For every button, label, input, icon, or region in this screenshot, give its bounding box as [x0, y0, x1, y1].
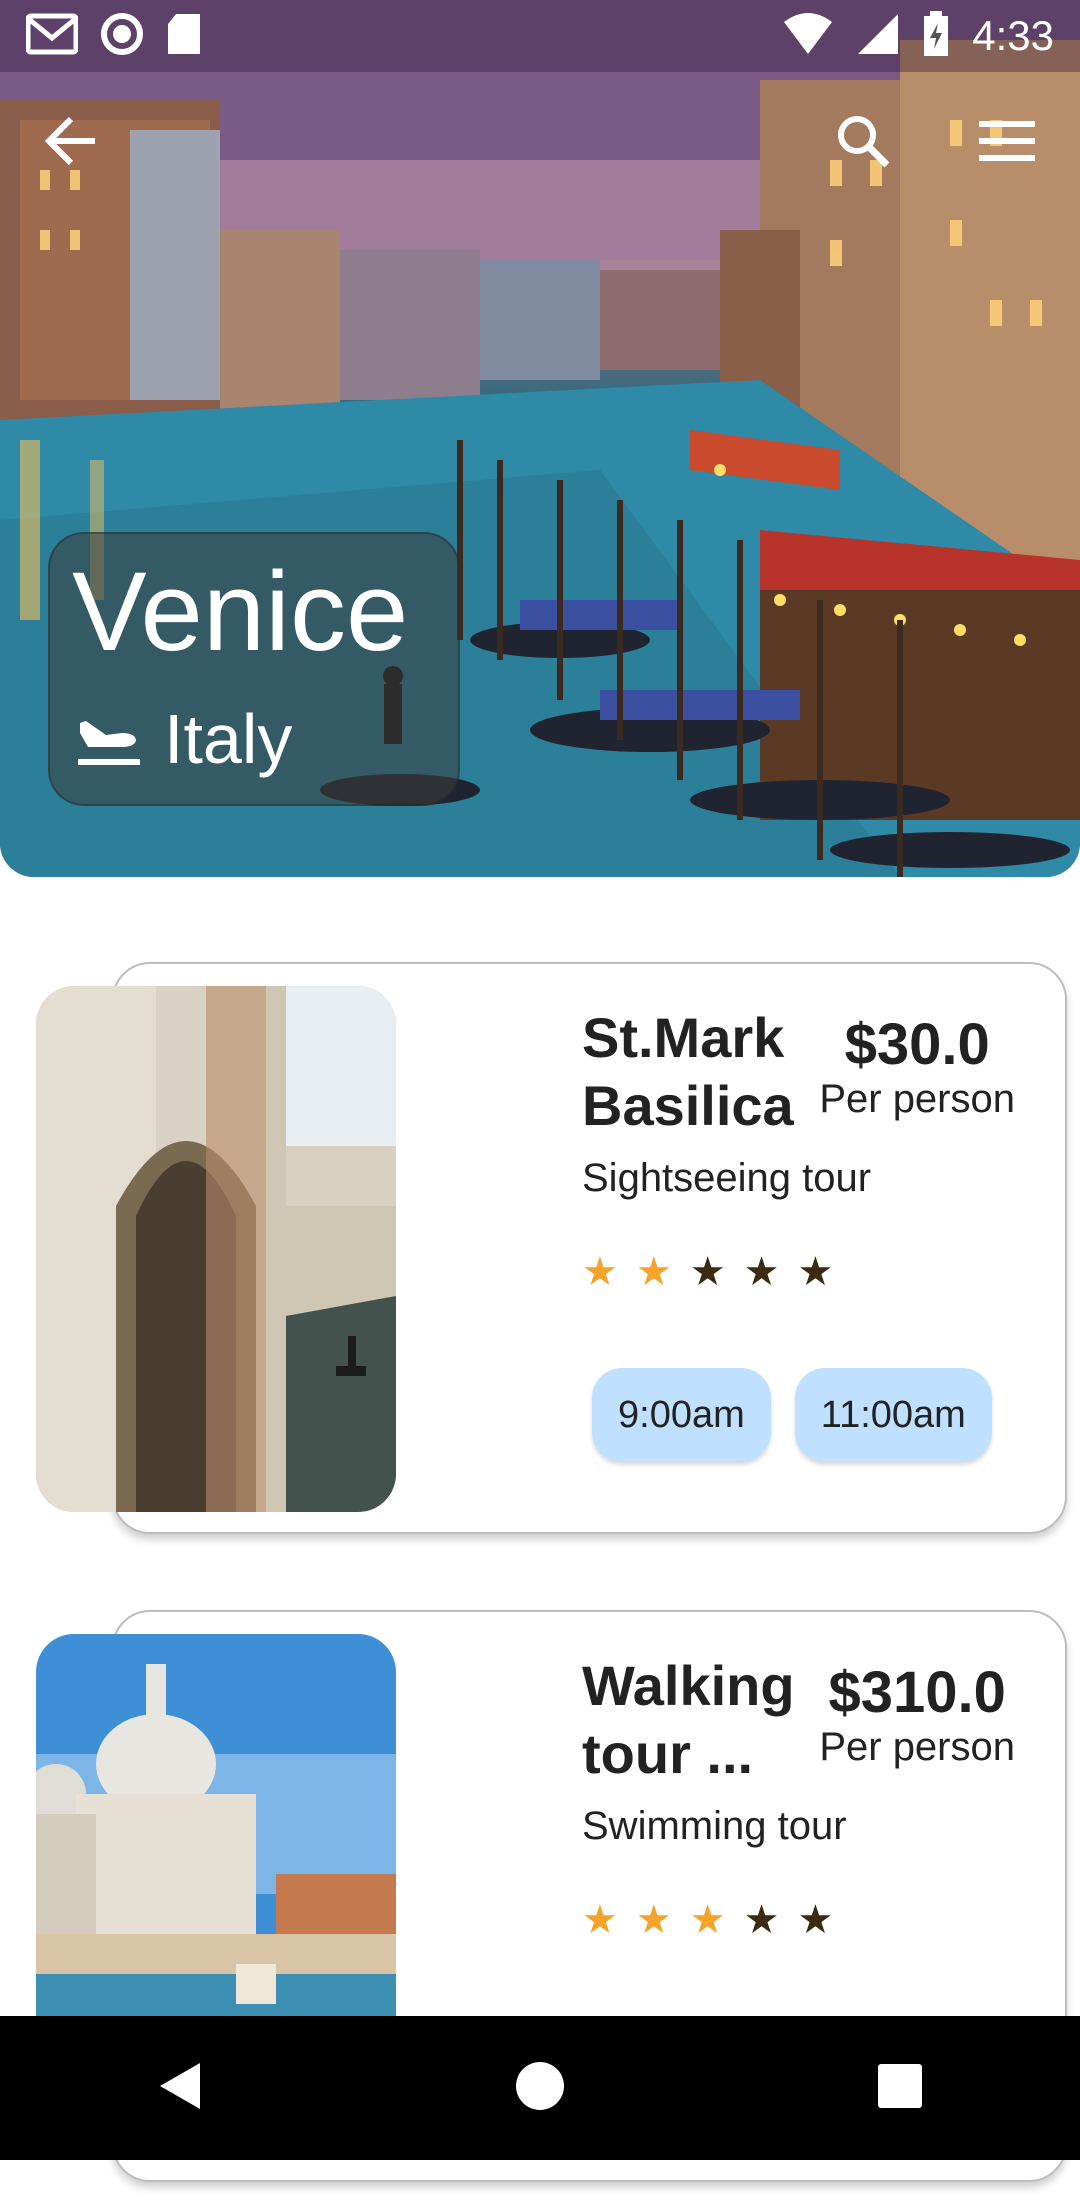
sd-card-icon: [166, 12, 202, 61]
nav-recents-button[interactable]: [840, 2028, 960, 2148]
star-empty-icon: ★: [743, 1898, 780, 1942]
star-empty-icon: ★: [743, 1250, 780, 1294]
tour-item[interactable]: St.Mark Basilica $30.0 Per person Sights…: [0, 962, 1080, 1542]
flight-land-icon: [76, 707, 142, 772]
rating-stars: ★ ★ ★ ★ ★: [582, 1252, 833, 1292]
star-empty-icon: ★: [689, 1250, 726, 1294]
nav-home-button[interactable]: [480, 2028, 600, 2148]
battery-icon: [922, 10, 950, 62]
search-icon: [835, 113, 891, 174]
price-unit: Per person: [819, 1077, 1015, 1121]
price-value: $30.0: [844, 1012, 990, 1077]
star-filled-icon: ★: [582, 1250, 618, 1294]
star-empty-icon: ★: [797, 1250, 834, 1294]
hero-banner: 4:33 Venice Italy: [0, 0, 1080, 877]
destination-card: Venice Italy: [48, 532, 460, 806]
time-chip[interactable]: 9:00am: [592, 1368, 771, 1462]
country-name: Italy: [164, 700, 293, 778]
menu-button[interactable]: [962, 98, 1052, 188]
price-value: $310.0: [828, 1660, 1006, 1725]
star-filled-icon: ★: [635, 1250, 672, 1294]
status-bar: 4:33: [0, 0, 1080, 72]
search-button[interactable]: [818, 98, 908, 188]
time-chips: 9:00am 11:00am: [592, 1368, 992, 1462]
price-unit: Per person: [819, 1725, 1015, 1769]
back-button[interactable]: [26, 98, 116, 188]
tour-type: Swimming tour: [582, 1804, 847, 1848]
back-triangle-icon: [156, 2061, 204, 2116]
star-filled-icon: ★: [582, 1898, 618, 1942]
country-row: Italy: [76, 704, 292, 774]
wifi-icon: [782, 12, 834, 61]
tour-price: $310.0 Per person: [819, 1662, 1015, 1770]
home-circle-icon: [515, 2061, 565, 2116]
recents-square-icon: [877, 2063, 923, 2114]
system-nav-bar: [0, 2016, 1080, 2160]
record-icon: [100, 12, 144, 61]
signal-icon: [856, 12, 900, 61]
status-time: 4:33: [972, 12, 1054, 59]
nav-back-button[interactable]: [120, 2028, 240, 2148]
rating-stars: ★ ★ ★ ★ ★: [582, 1900, 833, 1940]
star-filled-icon: ★: [689, 1898, 726, 1942]
back-arrow-icon: [43, 113, 99, 174]
star-filled-icon: ★: [635, 1898, 672, 1942]
city-name: Venice: [72, 549, 409, 674]
tour-image: [36, 986, 396, 1512]
star-empty-icon: ★: [797, 1898, 834, 1942]
tour-price: $30.0 Per person: [819, 1014, 1015, 1122]
time-chip[interactable]: 11:00am: [794, 1368, 992, 1462]
gmail-icon: [25, 12, 79, 61]
tour-type: Sightseeing tour: [582, 1156, 872, 1200]
menu-icon: [979, 119, 1035, 168]
